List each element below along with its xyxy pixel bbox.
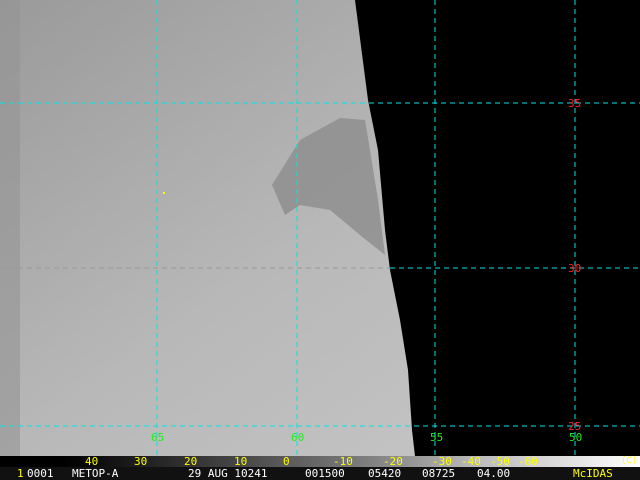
scale-tick: -40 [461, 455, 481, 468]
resolution: 04.00 [477, 467, 511, 480]
image-number: 0001 [27, 467, 54, 480]
scale-tick: 20 [184, 455, 198, 468]
scale-tick: -50 [490, 455, 510, 468]
info-bar: 1 0001 METOP-A 29 AUG 10241 001500 05420… [0, 467, 640, 480]
copyright-label: (C) [621, 456, 638, 466]
image-time: 001500 [305, 467, 345, 480]
line-number: 05420 [368, 467, 402, 480]
scale-tick: -30 [432, 455, 452, 468]
lat-label: 30 [568, 262, 582, 275]
scale-tick: 10 [234, 455, 248, 468]
scale-tick: 30 [134, 455, 148, 468]
satellite-image-viewer: 35 30 25 65 60 55 50 40 30 20 10 0 -10 -… [0, 0, 640, 480]
frame-number: 1 [17, 467, 24, 480]
scale-tick: 40 [85, 455, 99, 468]
scale-tick: -60 [518, 455, 538, 468]
marker-dot [163, 192, 165, 194]
satellite-name: METOP-A [72, 467, 119, 480]
image-date: 29 AUG 10241 [188, 467, 268, 480]
lon-label: 55 [430, 431, 444, 444]
scale-tick: -20 [383, 455, 403, 468]
lon-label: 60 [291, 431, 305, 444]
lon-label: 65 [151, 431, 165, 444]
lat-label: 35 [568, 97, 582, 110]
lon-label: 50 [569, 431, 583, 444]
scale-tick: -10 [333, 455, 353, 468]
element-number: 08725 [422, 467, 456, 480]
mcidas-brand: McIDAS [573, 467, 613, 480]
scale-tick: 0 [283, 455, 290, 468]
satellite-image [0, 0, 640, 456]
